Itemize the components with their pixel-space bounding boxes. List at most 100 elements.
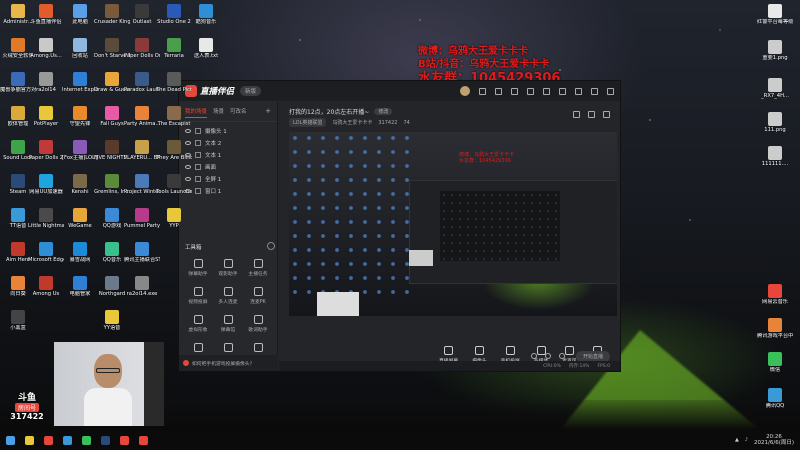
stream-preview[interactable]: 微博：乌鸦大王爱卡卡卡 水友群：1045429306	[289, 132, 617, 316]
desktop-icon[interactable]: 送人表.txt	[188, 38, 224, 59]
source-item[interactable]: 全屏 1	[179, 173, 277, 185]
desktop-icon[interactable]: Among Us	[28, 276, 64, 297]
wechat-icon[interactable]	[82, 435, 91, 445]
tool-item[interactable]: 观影助手	[213, 259, 243, 277]
avatar[interactable]	[460, 86, 470, 96]
tool-item[interactable]: 弹幕助手	[183, 259, 213, 277]
tool-item[interactable]: 主播任务	[243, 259, 273, 277]
desktop-icon[interactable]: Kenshi	[62, 174, 98, 195]
source-item[interactable]: 摄像头 1	[179, 125, 277, 137]
desktop-icon[interactable]: ra2ol14	[28, 72, 64, 93]
network-icon[interactable]: ▲	[735, 437, 739, 443]
steam-icon[interactable]	[101, 435, 110, 445]
tool-item[interactable]: 弹幕馆	[213, 315, 243, 333]
record-icon[interactable]	[531, 353, 537, 359]
desktop-icon[interactable]: 腾讯主播联合STG	[124, 242, 160, 263]
bag-icon[interactable]	[479, 87, 486, 95]
desktop-icon[interactable]: Among.Us...	[28, 38, 64, 59]
source-item[interactable]: 画面	[179, 161, 277, 173]
toolbox-toggle-icon[interactable]	[267, 242, 275, 250]
source-item[interactable]: 文本 2	[179, 137, 277, 149]
desktop-icon[interactable]: Project Winter	[124, 174, 160, 195]
desktop-icon[interactable]: Studio One 2	[156, 4, 192, 25]
effects-icon[interactable]	[545, 353, 551, 359]
desktop-icon[interactable]: 红警平台每等级别.txt	[757, 4, 793, 25]
maximize-icon[interactable]	[591, 87, 598, 95]
share-icon[interactable]	[603, 111, 610, 118]
desktop-icon[interactable]: Little Nightmares	[28, 208, 64, 229]
desktop-icon[interactable]: WeGame	[62, 208, 98, 229]
desktop-icon[interactable]: Internet Explorer	[62, 72, 98, 93]
tip-bar[interactable]: 如何把手机游戏投屏摄像头？	[179, 355, 278, 371]
desktop-icon[interactable]: Paradox Launcher v2	[124, 72, 160, 93]
windows-icon[interactable]	[6, 435, 15, 445]
desktop-icon[interactable]: They Are Billions	[156, 140, 192, 161]
add-scene-icon[interactable]: +	[265, 107, 271, 118]
fans-icon[interactable]	[573, 111, 580, 118]
category-pill[interactable]: LOL英雄联盟	[289, 118, 327, 127]
desktop-icon[interactable]: 网易UU加速器	[28, 174, 64, 195]
gear-icon[interactable]	[559, 353, 565, 359]
desktop-icon[interactable]: 酷狗音乐	[188, 4, 224, 25]
desktop-icon[interactable]: Paper Dolls Original	[124, 38, 160, 59]
menu-icon[interactable]	[559, 87, 566, 95]
desktop-icon[interactable]: 斗鱼直播伴侣	[28, 4, 64, 25]
desktop-icon[interactable]: Party Anima...	[124, 106, 160, 127]
gift-icon[interactable]	[495, 87, 502, 95]
volume-icon[interactable]: ♪	[745, 437, 748, 443]
desktop-icon[interactable]: Tools Launcher	[156, 174, 192, 195]
skin-icon[interactable]	[527, 87, 534, 95]
desktop-icon[interactable]: 小黑盒	[0, 310, 36, 331]
tool-item[interactable]: 视频投屏	[183, 287, 213, 305]
source-item[interactable]: 窗口 1	[179, 185, 277, 197]
desktop-icon[interactable]: PotPlayer	[28, 106, 64, 127]
tool-item[interactable]: 虚拟形象	[183, 315, 213, 333]
desktop-icon[interactable]: 腾讯QQ	[757, 388, 793, 409]
desktop-icon[interactable]: 此电脑	[62, 4, 98, 25]
file-explorer-icon[interactable]	[25, 435, 34, 445]
desktop-icon[interactable]: Pummel Party	[124, 208, 160, 229]
desktop-icon[interactable]: PLAYERU... BATTLEGR...	[124, 140, 160, 161]
desktop-icon[interactable]: 重要1.png	[757, 40, 793, 61]
desktop-icon[interactable]: YYP	[156, 208, 192, 229]
desktop-icon[interactable]: 暴雪战网	[62, 242, 98, 263]
tool-item[interactable]: 歌词助手	[243, 315, 273, 333]
netease-music-icon[interactable]	[139, 435, 148, 445]
qq-icon[interactable]	[63, 435, 72, 445]
desktop-icon[interactable]: Paper Dolls 2	[28, 140, 64, 161]
desktop-icon[interactable]: ra2ol14.exe	[124, 276, 160, 297]
tab-scene[interactable]: 场景	[213, 107, 224, 118]
mail-icon[interactable]	[511, 87, 518, 95]
edit-title-button[interactable]: 修改	[374, 108, 393, 115]
live-companion-icon[interactable]	[120, 435, 129, 445]
desktop-icon[interactable]: [Fox主播]LOL客户端	[62, 140, 98, 161]
chat-icon[interactable]	[588, 111, 595, 118]
desktop-icon[interactable]: 111.png	[757, 112, 793, 133]
source-item[interactable]: 文本 1	[179, 149, 277, 161]
desktop-icon[interactable]: Outlast	[124, 4, 160, 25]
desktop-icon[interactable]: 守望先锋	[62, 106, 98, 127]
visibility-icon[interactable]	[185, 165, 191, 169]
desktop-icon[interactable]: _RX7_4H...	[757, 78, 793, 99]
chrome-icon[interactable]	[44, 435, 53, 445]
desktop-icon[interactable]: 网易云音乐	[757, 284, 793, 305]
desktop-icon[interactable]: The Dead Picture	[156, 72, 192, 93]
desktop-icon[interactable]: Terraria	[156, 38, 192, 59]
clock[interactable]: 20:26 2021/6/6(周日)	[754, 434, 794, 447]
desktop-icon[interactable]: YY语音	[94, 310, 130, 331]
desktop-icon[interactable]: 电脑管家	[62, 276, 98, 297]
minimize-icon[interactable]	[575, 87, 582, 95]
tab-renamable[interactable]: 可改名	[230, 107, 247, 118]
tool-item[interactable]: 连麦PK	[243, 287, 273, 305]
tool-item[interactable]: 多人连麦	[213, 287, 243, 305]
settings-icon[interactable]	[543, 87, 550, 95]
desktop-icon[interactable]: 回收站	[62, 38, 98, 59]
visibility-icon[interactable]	[185, 129, 191, 133]
desktop-icon[interactable]: Microsoft Edge	[28, 242, 64, 263]
desktop-icon[interactable]: 腾讯游戏平台中心	[757, 318, 793, 339]
desktop-icon[interactable]: 111111....	[757, 146, 793, 167]
desktop-icon[interactable]: 微信	[757, 352, 793, 373]
desktop-icon[interactable]: The Escapist	[156, 106, 192, 127]
close-icon[interactable]	[607, 87, 614, 95]
version-badge[interactable]: 新版	[240, 86, 262, 96]
